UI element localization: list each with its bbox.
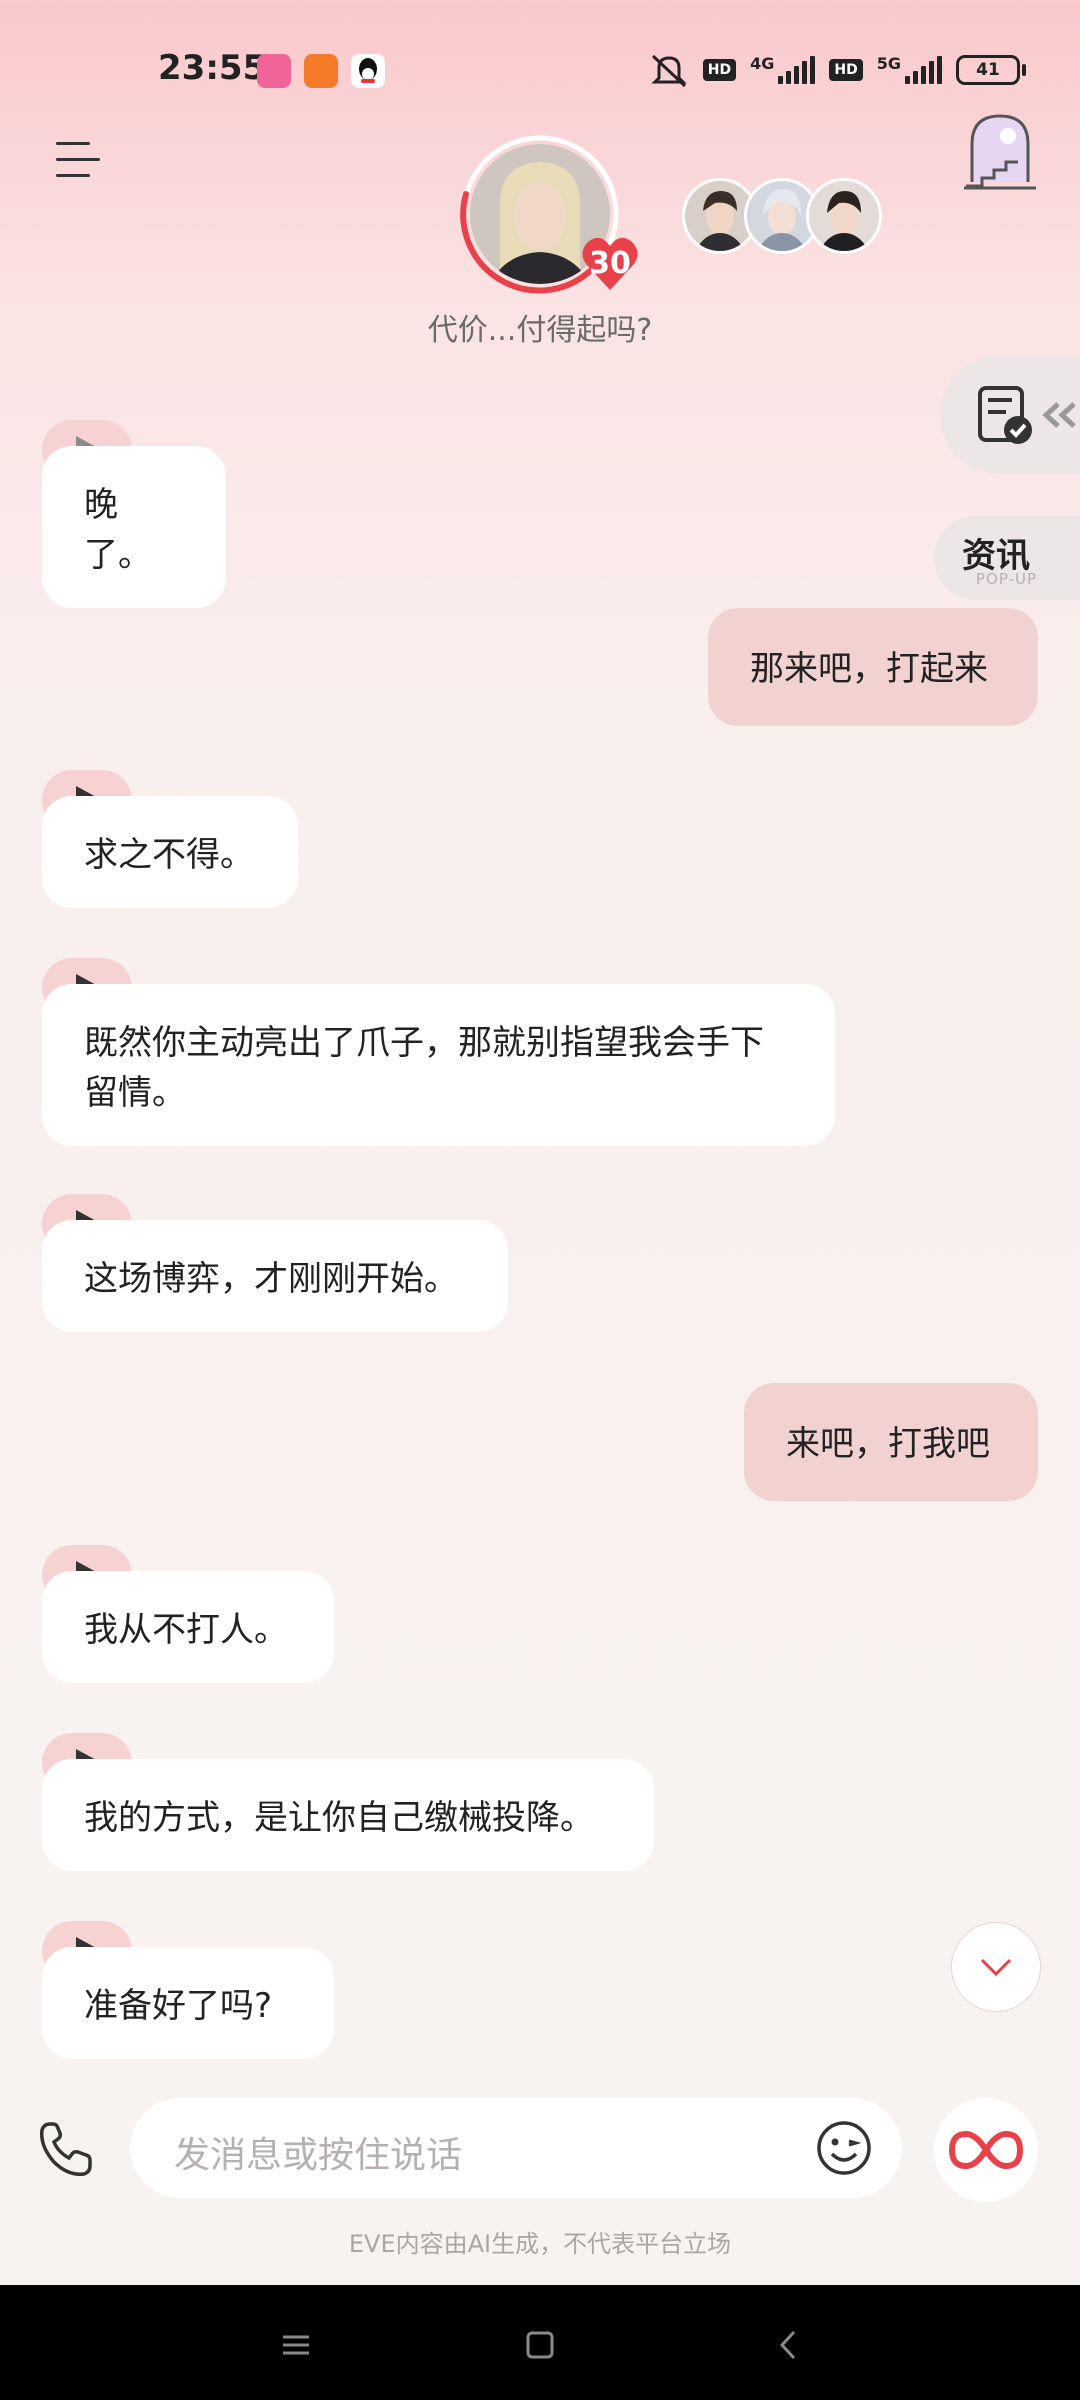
bilibili-app-icon [257, 54, 291, 88]
infinity-icon [948, 2130, 1024, 2170]
emoji-icon[interactable] [816, 2120, 872, 2176]
news-popup-button[interactable]: 资讯 POP-UP [934, 516, 1080, 600]
character-avatar[interactable]: 30 [460, 134, 638, 294]
ai-infinity-button[interactable] [934, 2098, 1038, 2202]
signal-bars-1 [778, 56, 816, 84]
hd-badge-1: HD [702, 59, 737, 81]
signal-bars-2 [905, 56, 942, 84]
network-4g: 4G [750, 53, 775, 73]
level-heart-badge: 30 [580, 234, 640, 294]
battery-indicator: 41 [956, 55, 1026, 85]
character-status-text: 代价...付得起吗? [427, 313, 653, 348]
level-number: 30 [589, 246, 631, 281]
qq-app-icon [351, 54, 385, 88]
ai-message-bubble[interactable]: 我从不打人。 [42, 1571, 334, 1683]
ai-message-bubble[interactable]: 准备好了吗? [42, 1947, 334, 2059]
home-icon[interactable] [510, 2315, 570, 2375]
task-checklist-button[interactable] [940, 356, 1080, 474]
news-subtitle: POP-UP [976, 570, 1038, 588]
scene-tower-icon[interactable] [962, 110, 1038, 190]
scroll-to-bottom-button[interactable] [951, 1922, 1041, 2012]
shopping-app-icon [304, 54, 338, 88]
menu-icon[interactable] [56, 140, 100, 180]
user-message-bubble[interactable]: 来吧，打我吧 [744, 1383, 1038, 1501]
ai-message-bubble[interactable]: 既然你主动亮出了爪子，那就别指望我会手下留情。 [42, 984, 835, 1146]
ai-message-bubble[interactable]: 这场博弈，才刚刚开始。 [42, 1220, 508, 1332]
network-5g: 5G [876, 53, 901, 73]
ai-message-bubble[interactable]: 我的方式，是让你自己缴械投降。 [42, 1759, 654, 1871]
phone-icon[interactable] [36, 2118, 96, 2180]
user-message-bubble[interactable]: 那来吧，打起来 [708, 608, 1038, 726]
ai-message-bubble[interactable]: 求之不得。 [42, 796, 298, 908]
message-input-placeholder: 发消息或按住说话 [174, 2135, 463, 2176]
status-bar: 23:55 HD 4G HD 5G 41 [0, 0, 1080, 140]
status-time: 23:55 [158, 48, 267, 88]
hd-badge-2: HD [829, 59, 863, 81]
character-avatar-3[interactable] [806, 178, 882, 254]
back-icon[interactable] [758, 2315, 818, 2375]
chevron-left-double-icon [1042, 402, 1076, 428]
ai-message-bubble[interactable]: 晚了。 [42, 446, 226, 608]
checklist-icon [978, 386, 1032, 444]
chevron-down-icon [980, 1958, 1012, 1977]
recent-apps-icon[interactable] [266, 2315, 326, 2375]
message-input[interactable]: 发消息或按住说话 [130, 2098, 902, 2198]
system-nav-bar [0, 2285, 1080, 2400]
ai-disclaimer: EVE内容由AI生成，不代表平台立场 [348, 2230, 732, 2258]
mute-icon [651, 54, 687, 88]
